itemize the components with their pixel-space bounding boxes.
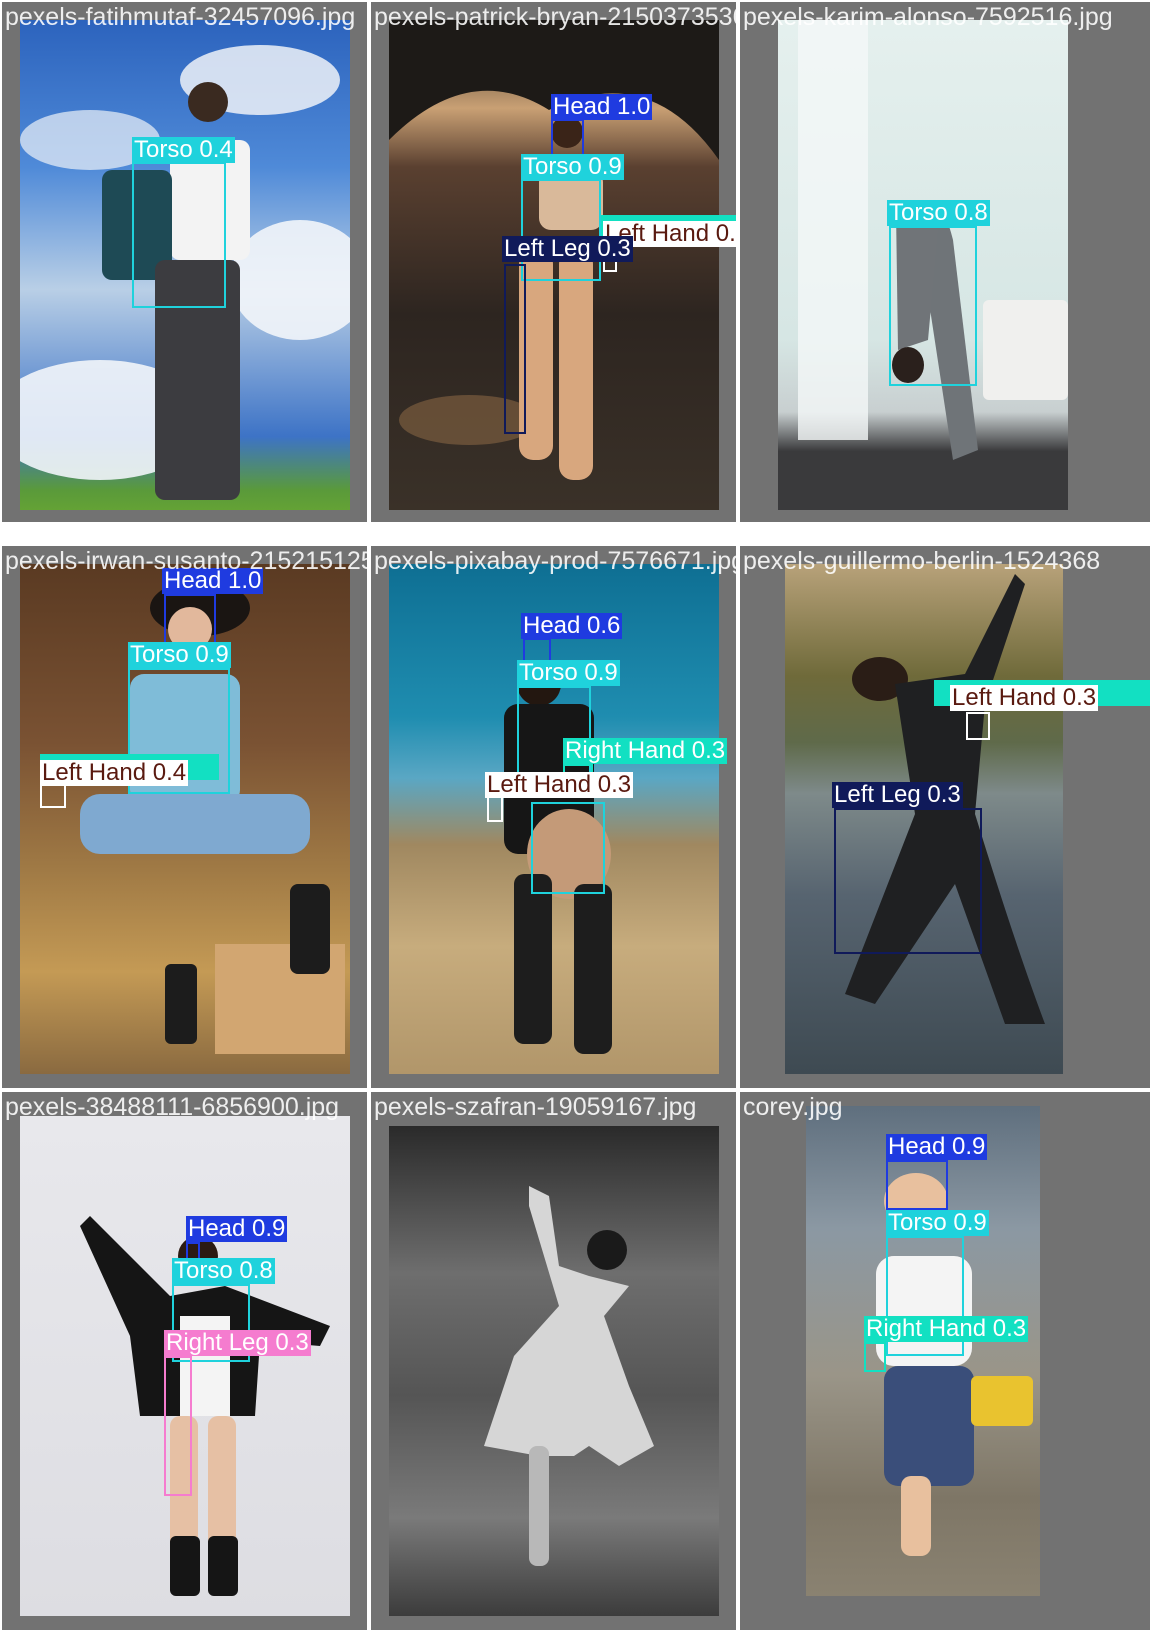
image-tile: pexels-karim-alonso-7592516.jpg Torso 0.…	[740, 2, 1150, 522]
image-tile: pexels-pixabay-prod-7576671.jpg Head 0.6…	[371, 546, 736, 1088]
left-hand-label: Left Hand 0.3	[950, 684, 1099, 711]
image-filename: pexels-patrick-bryan-2150373536-32448472…	[374, 3, 736, 31]
photo	[389, 1126, 719, 1616]
image-tile: pexels-fatihmutaf-32457096.jpg Torso 0.4	[2, 2, 367, 522]
torso-label: Torso 0.9	[521, 153, 624, 180]
left-hand-bbox	[487, 796, 503, 822]
torso-bbox	[132, 162, 226, 308]
left-leg-bbox	[504, 264, 526, 434]
left-hand-label: Left Hand 0.4	[40, 759, 189, 786]
torso-bbox	[531, 802, 605, 894]
image-tile: pexels-38488111-6856900.jpg Head 0.9 Tor…	[2, 1092, 367, 1630]
head-bbox	[164, 594, 216, 646]
right-hand-bbox	[864, 1342, 886, 1372]
photo-content	[484, 1186, 654, 1566]
image-filename: pexels-38488111-6856900.jpg	[5, 1093, 340, 1121]
image-tile: pexels-szafran-19059167.jpg	[371, 1092, 736, 1630]
torso-label: Torso 0.8	[887, 199, 990, 226]
image-tile: pexels-patrick-bryan-2150373536-32448472…	[371, 2, 736, 522]
image-tile: pexels-irwan-susanto-2152151254-32448492…	[2, 546, 367, 1088]
torso-label: Torso 0.4	[132, 136, 235, 163]
torso-bbox	[521, 179, 601, 281]
image-tile: corey.jpg Head 0.9 Torso 0.9 Right Hand …	[740, 1092, 1150, 1630]
image-tile: pexels-guillermo-berlin-1524368 Left Han…	[740, 546, 1150, 1088]
image-filename: pexels-fatihmutaf-32457096.jpg	[5, 3, 356, 31]
torso-label: Torso 0.9	[886, 1209, 989, 1236]
head-bbox	[551, 119, 584, 157]
head-label: Head 0.9	[186, 1215, 288, 1242]
image-filename: pexels-szafran-19059167.jpg	[374, 1093, 697, 1121]
head-label: Head 0.9	[886, 1133, 988, 1160]
right-hand-label: Right Hand 0.3	[864, 1315, 1029, 1342]
torso-label: Torso 0.9	[128, 641, 231, 668]
image-filename: pexels-guillermo-berlin-1524368	[743, 547, 1101, 575]
image-filename: corey.jpg	[743, 1093, 843, 1121]
image-filename: pexels-irwan-susanto-2152151254-32448492…	[5, 547, 367, 575]
right-leg-bbox	[164, 1356, 192, 1496]
head-bbox	[886, 1160, 948, 1210]
head-label: Head 1.0	[551, 93, 653, 120]
right-hand-label: Right Hand 0.3	[563, 737, 728, 764]
left-leg-label: Left Leg 0.3	[502, 235, 633, 262]
image-filename: pexels-karim-alonso-7592516.jpg	[743, 3, 1113, 31]
torso-label: Torso 0.8	[172, 1257, 275, 1284]
left-leg-label: Left Leg 0.3	[832, 781, 963, 808]
torso-bbox	[889, 226, 977, 386]
torso-label: Torso 0.9	[517, 659, 620, 686]
left-hand-bbox	[966, 712, 990, 740]
head-label: Head 0.6	[521, 612, 623, 639]
left-leg-bbox	[834, 808, 982, 954]
image-filename: pexels-pixabay-prod-7576671.jpg	[374, 547, 736, 575]
left-hand-label: Left Hand 0.3	[485, 771, 634, 798]
left-hand-bbox	[40, 784, 66, 808]
right-leg-label: Right Leg 0.3	[164, 1329, 311, 1356]
